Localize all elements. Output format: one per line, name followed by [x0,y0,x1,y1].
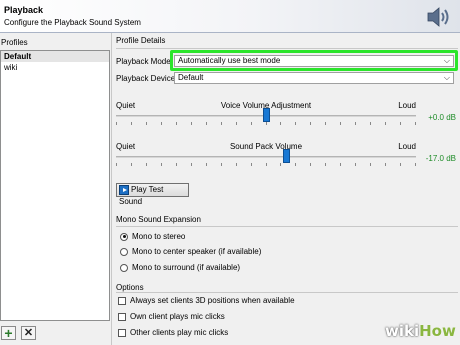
voice-db-value: +0.0 dB [428,113,456,122]
mono-expansion-title: Mono Sound Expansion [116,215,201,224]
remove-profile-button[interactable]: ✕ [21,326,36,340]
radio-button[interactable] [120,247,128,256]
profile-details-divider [116,48,458,49]
chevron-down-icon: ⌵ [443,73,450,82]
profiles-list[interactable]: Default wiki [0,50,110,321]
playback-device-value: Default [178,73,204,82]
checkbox-label: Own client plays mic clicks [130,312,225,321]
add-profile-button[interactable]: + [1,326,16,340]
voice-volume-slider: Quiet Voice Volume Adjustment Loud +0.0 … [116,101,456,127]
radio-mono-to-stereo[interactable]: Mono to stereo [120,231,185,242]
highlight-box [170,50,458,71]
profiles-label: Profiles [1,38,28,47]
pack-slider-ticks [116,163,416,166]
profile-item-wiki[interactable]: wiki [1,62,109,73]
pack-slider-title: Sound Pack Volume [229,142,303,151]
sound-pack-slider: Quiet Sound Pack Volume Loud -17.0 dB [116,142,456,168]
pack-loud-label: Loud [398,142,416,151]
playback-device-select[interactable]: Default ⌵ [174,72,454,84]
header-title: Playback [4,5,44,15]
mono-divider [116,226,458,227]
radio-label: Mono to center speaker (if available) [132,247,262,256]
radio-mono-to-center[interactable]: Mono to center speaker (if available) [120,246,261,257]
play-test-sound-button[interactable]: Play Test Sound [116,183,189,206]
pack-db-value: -17.0 dB [425,154,456,163]
play-icon [119,184,129,195]
checkbox-own-mic-clicks[interactable]: Own client plays mic clicks [118,311,225,322]
voice-slider-thumb[interactable] [263,108,270,122]
profile-item-default[interactable]: Default [1,51,109,62]
voice-loud-label: Loud [398,101,416,110]
checkbox-always-3d[interactable]: Always set clients 3D positions when ava… [118,295,295,306]
radio-label: Mono to surround (if available) [132,263,241,272]
x-icon: ✕ [23,327,34,339]
voice-slider-ticks [116,122,416,125]
checkbox[interactable] [118,296,126,305]
playback-device-label: Playback Device: [116,74,178,83]
wikihow-watermark: wikiHow [385,322,456,340]
speaker-icon [427,7,449,27]
plus-icon: + [4,325,13,341]
options-divider [116,292,458,293]
radio-label: Mono to stereo [132,232,186,241]
checkbox-other-mic-clicks[interactable]: Other clients play mic clicks [118,327,228,338]
panel-divider [111,33,112,345]
profile-details-title: Profile Details [116,36,166,45]
checkbox[interactable] [118,312,126,321]
checkbox-label: Always set clients 3D positions when ava… [130,296,295,305]
checkbox[interactable] [118,328,126,337]
watermark-part1: wiki [385,322,420,340]
options-title: Options [116,283,144,292]
pack-slider-track[interactable] [116,156,416,158]
radio-mono-to-surround[interactable]: Mono to surround (if available) [120,262,240,273]
watermark-part2: How [419,322,456,340]
radio-button[interactable] [120,263,128,272]
radio-button[interactable] [120,232,128,241]
window-header: Playback Configure the Playback Sound Sy… [0,0,460,33]
header-subtitle: Configure the Playback Sound System [4,18,141,27]
pack-slider-thumb[interactable] [283,149,290,163]
checkbox-label: Other clients play mic clicks [130,328,229,337]
playback-mode-label: Playback Mode: [116,57,173,66]
